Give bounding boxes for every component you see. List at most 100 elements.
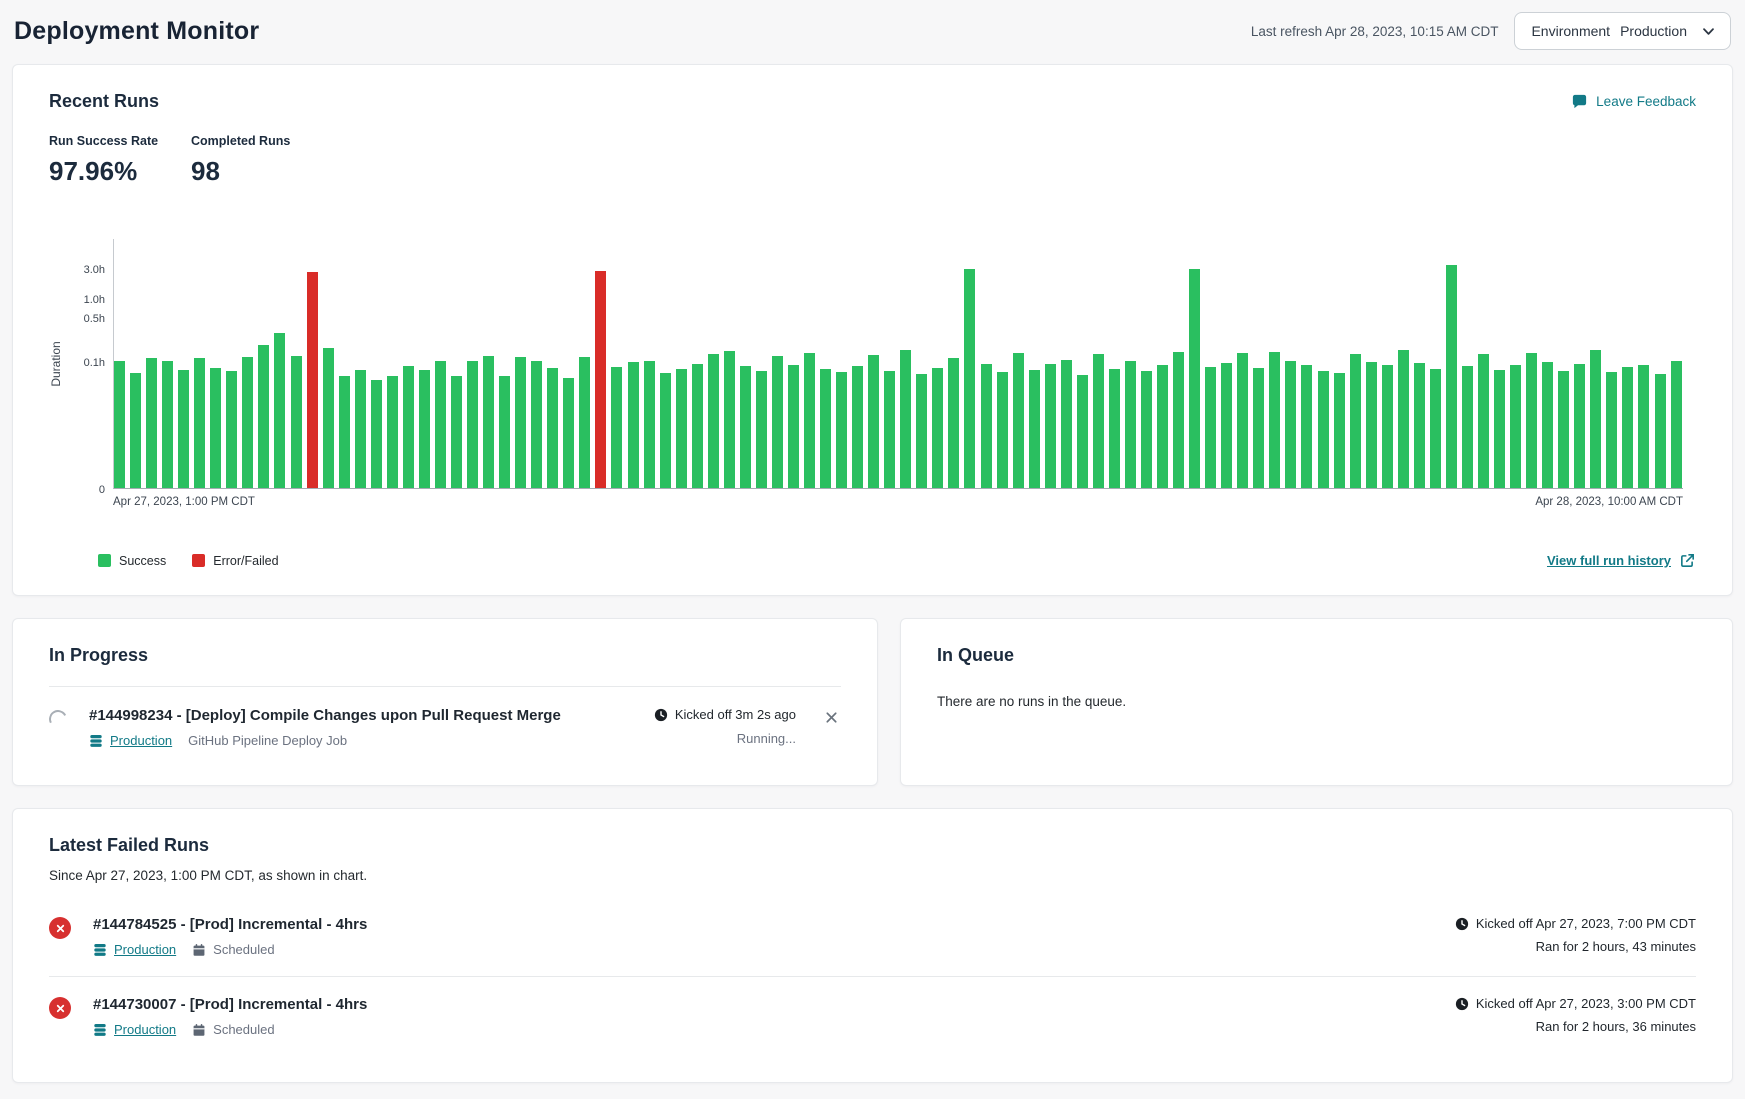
chart-bar-success[interactable]: [676, 369, 687, 488]
chart-bar-success[interactable]: [660, 373, 671, 488]
production-environment-link[interactable]: Production: [93, 1022, 176, 1037]
chart-bar-success[interactable]: [804, 353, 815, 488]
chart-bar-success[interactable]: [1013, 353, 1024, 488]
chart-bar-success[interactable]: [1093, 354, 1104, 488]
chart-bar-success[interactable]: [948, 358, 959, 488]
chart-bar-success[interactable]: [339, 376, 350, 488]
chart-bar-success[interactable]: [836, 372, 847, 488]
chart-bar-success[interactable]: [1077, 375, 1088, 488]
chart-bar-success[interactable]: [387, 376, 398, 488]
chart-bar-success[interactable]: [1494, 370, 1505, 488]
chart-bar-success[interactable]: [1157, 365, 1168, 489]
chart-bar-success[interactable]: [1526, 353, 1537, 488]
chart-bar-success[interactable]: [258, 345, 269, 488]
chart-bar-success[interactable]: [531, 361, 542, 488]
chart-bar-success[interactable]: [820, 369, 831, 489]
chart-bar-success[interactable]: [1221, 363, 1232, 488]
chart-bar-success[interactable]: [1189, 269, 1200, 488]
chart-bar-success[interactable]: [1173, 352, 1184, 488]
chart-bar-success[interactable]: [1446, 265, 1457, 488]
chart-bar-success[interactable]: [1590, 350, 1601, 488]
chart-bar-success[interactable]: [1350, 354, 1361, 488]
chart-bar-success[interactable]: [1205, 367, 1216, 488]
chart-bar-success[interactable]: [916, 374, 927, 488]
chart-bar-success[interactable]: [740, 366, 751, 488]
chart-bar-success[interactable]: [1430, 369, 1441, 488]
chart-bar-success[interactable]: [467, 361, 478, 488]
chart-bar-success[interactable]: [692, 364, 703, 488]
chart-bar-success[interactable]: [226, 371, 237, 488]
leave-feedback-link[interactable]: Leave Feedback: [1571, 93, 1696, 110]
chart-bar-success[interactable]: [194, 358, 205, 488]
chart-bar-success[interactable]: [451, 376, 462, 488]
production-environment-link[interactable]: Production: [93, 942, 176, 957]
chart-bar-success[interactable]: [788, 365, 799, 489]
chart-bar-success[interactable]: [547, 368, 558, 488]
chart-bar-success[interactable]: [852, 366, 863, 488]
chart-bar-success[interactable]: [563, 378, 574, 488]
chart-bar-success[interactable]: [1109, 369, 1120, 488]
chart-bar-success[interactable]: [1141, 371, 1152, 488]
chart-bar-failed[interactable]: [307, 272, 318, 488]
chart-bar-success[interactable]: [1382, 365, 1393, 489]
chart-bar-success[interactable]: [1061, 360, 1072, 488]
chart-bar-success[interactable]: [1478, 354, 1489, 488]
chart-bar-success[interactable]: [1606, 372, 1617, 488]
chart-bar-success[interactable]: [868, 355, 879, 488]
chart-bar-failed[interactable]: [595, 271, 606, 488]
chart-bar-success[interactable]: [964, 269, 975, 488]
chart-bar-success[interactable]: [1125, 361, 1136, 488]
chart-bar-success[interactable]: [1253, 368, 1264, 488]
chart-bar-success[interactable]: [708, 354, 719, 488]
chart-bar-success[interactable]: [1671, 361, 1682, 488]
chart-bar-success[interactable]: [1462, 366, 1473, 488]
chart-bar-success[interactable]: [1622, 367, 1633, 488]
chart-bar-success[interactable]: [114, 361, 125, 488]
chart-bar-success[interactable]: [611, 367, 622, 488]
chart-bar-success[interactable]: [1638, 365, 1649, 488]
chart-bar-success[interactable]: [1269, 352, 1280, 488]
chart-bar-success[interactable]: [1510, 365, 1521, 488]
environment-dropdown[interactable]: Environment Production: [1514, 12, 1731, 50]
chart-bar-success[interactable]: [274, 333, 285, 488]
chart-bar-success[interactable]: [1542, 362, 1553, 488]
chart-bar-success[interactable]: [756, 371, 767, 488]
chart-bar-success[interactable]: [1237, 353, 1248, 488]
chart-bar-success[interactable]: [772, 356, 783, 488]
chart-bar-success[interactable]: [981, 364, 992, 488]
chart-bar-success[interactable]: [1285, 361, 1296, 488]
chart-bar-success[interactable]: [884, 371, 895, 488]
chart-bar-success[interactable]: [1655, 374, 1666, 488]
chart-bar-success[interactable]: [1318, 371, 1329, 488]
chart-bar-success[interactable]: [178, 370, 189, 488]
chart-bar-success[interactable]: [242, 357, 253, 488]
cancel-run-button[interactable]: [822, 708, 841, 730]
chart-bar-success[interactable]: [644, 361, 655, 488]
chart-bar-success[interactable]: [1045, 364, 1056, 488]
chart-bar-success[interactable]: [1414, 363, 1425, 488]
chart-bar-success[interactable]: [146, 358, 157, 488]
chart-bar-success[interactable]: [900, 350, 911, 488]
chart-bar-success[interactable]: [291, 356, 302, 488]
chart-bar-success[interactable]: [483, 356, 494, 488]
chart-bar-success[interactable]: [579, 357, 590, 488]
chart-bar-success[interactable]: [932, 368, 943, 488]
production-environment-link[interactable]: Production: [89, 733, 172, 748]
chart-bar-success[interactable]: [1398, 350, 1409, 488]
chart-bar-success[interactable]: [628, 362, 639, 488]
chart-bar-success[interactable]: [1334, 373, 1345, 488]
chart-bar-success[interactable]: [515, 357, 526, 488]
chart-bar-success[interactable]: [1558, 371, 1569, 488]
chart-bar-success[interactable]: [997, 372, 1008, 488]
view-full-run-history-link[interactable]: View full run history: [1547, 552, 1696, 569]
chart-bar-success[interactable]: [403, 366, 414, 488]
chart-bar-success[interactable]: [130, 373, 141, 488]
chart-bar-success[interactable]: [1366, 362, 1377, 488]
chart-bar-success[interactable]: [435, 361, 446, 488]
chart-bar-success[interactable]: [371, 380, 382, 488]
chart-bar-success[interactable]: [499, 376, 510, 488]
chart-bar-success[interactable]: [1301, 365, 1312, 488]
chart-bar-success[interactable]: [162, 361, 173, 488]
chart-bar-success[interactable]: [724, 351, 735, 488]
chart-bar-success[interactable]: [419, 370, 430, 488]
